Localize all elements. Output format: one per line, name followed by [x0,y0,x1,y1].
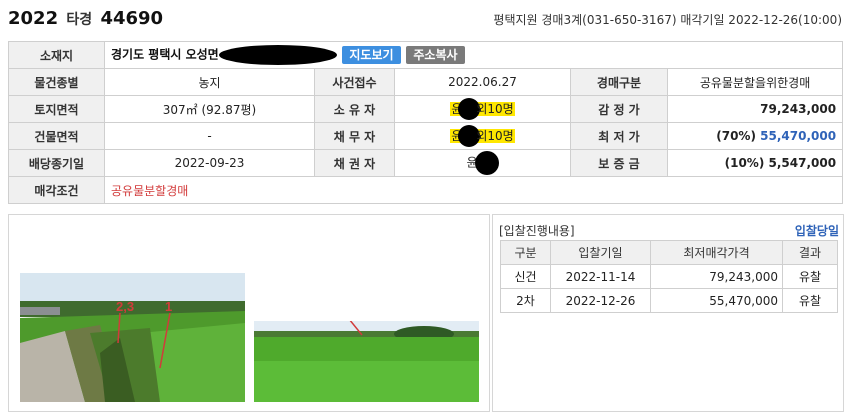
land-area-value: 307㎡ (92.87평) [104,95,315,123]
debtor-label: 채 무 자 [314,122,395,150]
field-photo-roadside[interactable]: 2,3 1 [20,273,245,402]
bid-min-price: 55,470,000 [650,288,783,313]
owner-value: 윤 외10명 [394,95,571,123]
field-photo-paddy[interactable] [254,321,479,402]
creditor-label: 채 권 자 [314,149,395,177]
bid-result: 유찰 [782,288,838,313]
location-row: 소재지 경기도 평택시 오성면 지도보기 주소복사 [8,41,844,69]
owner-suffix: 외10명 [476,101,514,116]
table-row: 신건 2022-11-14 79,243,000 유찰 [500,264,838,289]
debtor-suffix: 외10명 [476,128,514,143]
location-cell: 경기도 평택시 오성면 지도보기 주소복사 [103,41,844,69]
bid-result: 유찰 [782,264,838,289]
debtor-value: 윤 외10명 [394,122,571,150]
location-label: 소재지 [8,41,105,69]
bidding-header-result: 결과 [782,240,838,265]
bidding-day-link[interactable]: 입찰당일 [795,222,839,239]
table-row: 2차 2022-12-26 55,470,000 유찰 [500,288,838,313]
bidding-header-price: 최저매각가격 [650,240,783,265]
case-number: 44690 [100,8,164,29]
building-area-label: 건물면적 [8,122,105,150]
min-price-label: 최 저 가 [570,122,668,150]
info-row-5: 매각조건 공유물분할경매 [8,176,844,204]
photo-panel: 2,3 1 [8,214,490,412]
appraisal-value: 79,243,000 [666,95,844,123]
creditor-value: 윤 [394,149,571,177]
bidding-table: 구분 입찰기일 최저매각가격 결과 신건 2022-11-14 79,243,0… [500,240,838,313]
court-info: 평택지원 경매3계(031-650-3167) 매각기일 2022-12-26(… [493,13,842,27]
building-area-value: - [104,122,315,150]
copy-address-button[interactable]: 주소복사 [406,46,465,64]
bidding-header-date: 입찰기일 [550,240,651,265]
min-price-value: 55,470,000 [760,129,837,143]
case-year: 2022 [8,8,59,29]
annotation-label-right: 1 [165,299,172,314]
bidding-header-row: 구분 입찰기일 최저매각가격 결과 [500,240,838,265]
redaction-blot [218,45,337,65]
filed-label: 사건접수 [314,68,395,96]
auction-type-label: 경매구분 [570,68,668,96]
bidding-header-round: 구분 [500,240,551,265]
case-header: 2022 타경 44690 평택지원 경매3계(031-650-3167) 매각… [8,4,842,34]
dividend-label: 배당종기일 [8,149,105,177]
type-label: 물건종별 [8,68,105,96]
bidding-panel: [입찰진행내용] 입찰당일 구분 입찰기일 최저매각가격 결과 신건 2022-… [492,214,844,412]
debtor-text: 윤 외10명 [450,125,515,147]
deposit-value: (10%) 5,547,000 [666,149,844,177]
info-row-2: 토지면적 307㎡ (92.87평) 소 유 자 윤 외10명 감 정 가 79,… [8,95,844,123]
min-price-cell: (70%) 55,470,000 [666,122,844,150]
bid-round: 2차 [500,288,551,313]
redaction-blot [474,151,499,175]
sale-cond-value: 공유물분할경매 [103,176,844,204]
min-price-pct: (70%) [716,129,756,143]
bid-min-price: 79,243,000 [650,264,783,289]
dividend-value: 2022-09-23 [104,149,315,177]
info-row-4: 배당종기일 2022-09-23 채 권 자 윤 보 증 금 (10%) 5,5… [8,149,844,177]
owner-text: 윤 외10명 [450,98,515,120]
bid-date: 2022-12-26 [550,288,651,313]
land-area-label: 토지면적 [8,95,105,123]
case-type: 타경 [66,12,93,28]
appraisal-label: 감 정 가 [570,95,668,123]
bid-round: 신건 [500,264,551,289]
map-view-button[interactable]: 지도보기 [342,46,401,64]
bid-date: 2022-11-14 [550,264,651,289]
type-value: 농지 [104,68,315,96]
info-row-3: 건물면적 - 채 무 자 윤 외10명 최 저 가 (70%) 55,470,00… [8,122,844,150]
annotation-label-left: 2,3 [116,299,134,314]
location-value: 경기도 평택시 오성면 [111,47,219,62]
owner-label: 소 유 자 [314,95,395,123]
bidding-title: [입찰진행내용] [499,224,575,238]
filed-value: 2022.06.27 [394,68,571,96]
case-title: 2022 타경 44690 [8,8,163,29]
property-info-table: 소재지 경기도 평택시 오성면 지도보기 주소복사 물건종별 농지 사건접수 2… [8,41,844,204]
deposit-label: 보 증 금 [570,149,668,177]
info-row-1: 물건종별 농지 사건접수 2022.06.27 경매구분 공유물분할을위한경매 [8,68,844,96]
sale-cond-label: 매각조건 [8,176,105,204]
auction-type-value: 공유물분할을위한경매 [666,68,844,96]
